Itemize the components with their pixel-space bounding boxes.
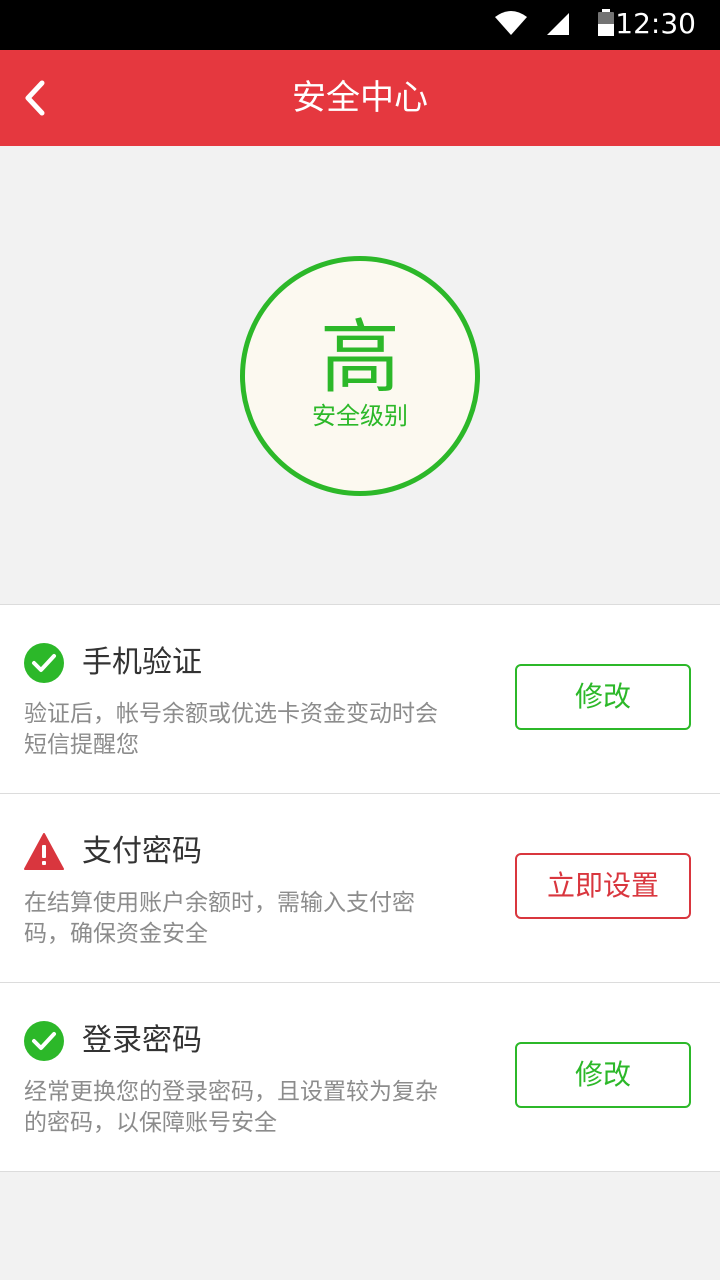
security-level-value: 高 xyxy=(320,311,400,404)
check-circle-icon xyxy=(24,1021,64,1061)
security-level-circle: 高 安全级别 xyxy=(240,256,480,496)
modify-button[interactable]: 修改 xyxy=(515,1042,691,1108)
item-title: 支付密码 xyxy=(82,834,202,869)
item-title: 手机验证 xyxy=(82,645,202,680)
security-level-label: 安全级别 xyxy=(312,402,408,430)
list-item-payment-password: 支付密码 在结算使用账户余额时，需输入支付密码，确保资金安全 立即设置 xyxy=(0,794,720,983)
battery-icon xyxy=(598,9,614,36)
modify-button[interactable]: 修改 xyxy=(515,664,691,730)
item-description: 经常更换您的登录密码，且设置较为复杂的密码，以保障账号安全 xyxy=(24,1079,438,1136)
item-description: 在结算使用账户余额时，需输入支付密码，确保资金安全 xyxy=(24,890,415,947)
item-description: 验证后，帐号余额或优选卡资金变动时会短信提醒您 xyxy=(24,701,438,758)
list-item-login-password: 登录密码 经常更换您的登录密码，且设置较为复杂的密码，以保障账号安全 修改 xyxy=(0,983,720,1172)
warning-icon xyxy=(24,833,64,870)
page-title: 安全中心 xyxy=(292,78,428,118)
status-bar: 12:30 xyxy=(0,0,720,50)
security-items-list: 手机验证 验证后，帐号余额或优选卡资金变动时会短信提醒您 修改 支付密码 在结算… xyxy=(0,604,720,1172)
set-now-button[interactable]: 立即设置 xyxy=(515,853,691,919)
wifi-icon xyxy=(495,11,527,35)
security-level-panel: 高 安全级别 xyxy=(0,146,720,604)
nav-bar: 安全中心 xyxy=(0,50,720,146)
check-circle-icon xyxy=(24,643,64,683)
status-time: 12:30 xyxy=(615,7,696,40)
list-item-phone-verification: 手机验证 验证后，帐号余额或优选卡资金变动时会短信提醒您 修改 xyxy=(0,605,720,794)
item-title: 登录密码 xyxy=(82,1023,202,1058)
cell-signal-icon xyxy=(547,13,569,35)
